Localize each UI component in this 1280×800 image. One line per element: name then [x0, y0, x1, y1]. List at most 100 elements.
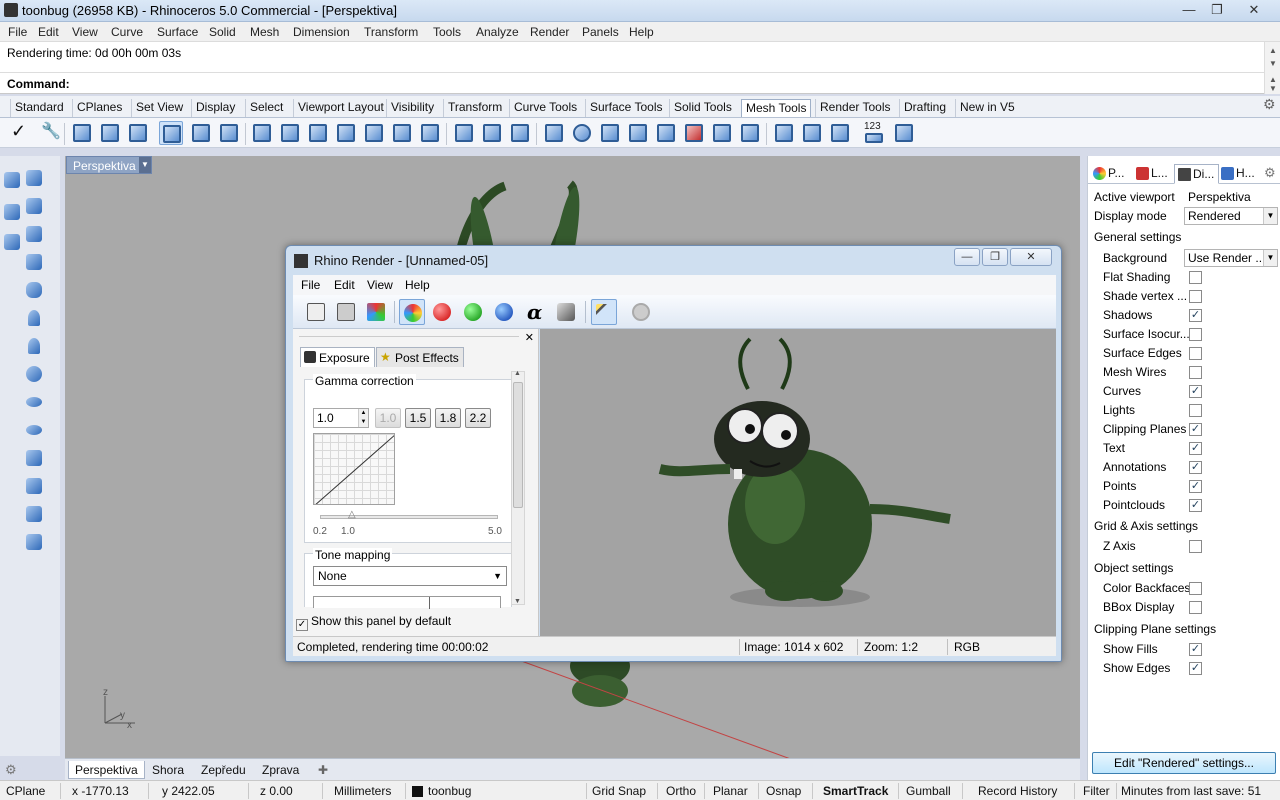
mesh-trim-icon[interactable] — [390, 121, 414, 145]
menu-edit[interactable]: Edit — [38, 25, 59, 39]
mesh-points-icon[interactable] — [920, 121, 944, 145]
menu-render[interactable]: Render — [530, 25, 569, 39]
tab-set-view[interactable]: Set View — [131, 99, 187, 117]
viewport-title[interactable]: Perspektiva ▼ — [66, 156, 152, 174]
gamma-preset-1-8[interactable]: 1.8 — [435, 408, 461, 428]
gumball-toggle[interactable]: Gumball — [906, 784, 951, 798]
close-panel-icon[interactable]: ✕ — [525, 331, 534, 344]
clone-render-icon[interactable] — [303, 299, 329, 325]
clipping-planes-checkbox[interactable]: ✓ — [1189, 423, 1202, 436]
shadows-checkbox[interactable]: ✓ — [1189, 309, 1202, 322]
plane-icon[interactable] — [2, 170, 22, 190]
surface-edge-icon[interactable] — [2, 202, 22, 222]
menu-view[interactable]: View — [72, 25, 98, 39]
gear-icon[interactable]: ⚙ — [1263, 96, 1276, 113]
mesh-person-icon[interactable] — [217, 121, 241, 145]
display-mode-dropdown[interactable]: Rendered ▼ — [1184, 207, 1278, 225]
scroll-up-icon[interactable]: ▲ — [1269, 46, 1277, 55]
menu-help[interactable]: Help — [629, 25, 654, 39]
menu-analyze[interactable]: Analyze — [476, 25, 519, 39]
mesh-delete-icon[interactable] — [682, 121, 706, 145]
mesh-heightfield-icon[interactable] — [24, 448, 44, 468]
mesh-from-surface-icon[interactable] — [98, 121, 122, 145]
bbox-display-checkbox[interactable] — [1189, 601, 1202, 614]
render-menu-file[interactable]: File — [301, 278, 320, 292]
mesh-sphere-icon[interactable] — [24, 364, 44, 384]
plane-corner-icon[interactable] — [24, 168, 44, 188]
tab-perspektiva[interactable]: Perspektiva — [68, 761, 145, 779]
mesh-pull-icon[interactable] — [626, 121, 650, 145]
current-layer[interactable]: toonbug — [428, 784, 471, 798]
tab-visibility[interactable]: Visibility — [386, 99, 438, 117]
grid-snap-toggle[interactable]: Grid Snap — [592, 784, 646, 798]
tab-render-tools[interactable]: Render Tools — [815, 99, 895, 117]
minimize-button[interactable]: — — [1174, 0, 1204, 20]
tab-properties[interactable]: P... — [1090, 164, 1128, 184]
mesh-split-icon[interactable] — [362, 121, 386, 145]
surface-points-icon[interactable] — [24, 196, 44, 216]
menu-transform[interactable]: Transform — [364, 25, 418, 39]
tab-drafting[interactable]: Drafting — [899, 99, 950, 117]
mesh-ellipsoid-icon[interactable] — [24, 392, 44, 412]
show-fills-checkbox[interactable]: ✓ — [1189, 643, 1202, 656]
surface-edges-checkbox[interactable] — [1189, 347, 1202, 360]
menu-solid[interactable]: Solid — [209, 25, 236, 39]
render-menu-help[interactable]: Help — [405, 278, 430, 292]
shade-vertex-checkbox[interactable] — [1189, 290, 1202, 303]
show-panel-default-option[interactable]: ✓ Show this panel by default — [296, 614, 451, 631]
menu-panels[interactable]: Panels — [582, 25, 619, 39]
render-menu-edit[interactable]: Edit — [334, 278, 355, 292]
mesh-from-polyline-icon[interactable] — [70, 121, 94, 145]
text-checkbox[interactable]: ✓ — [1189, 442, 1202, 455]
tab-surface-tools[interactable]: Surface Tools — [585, 99, 667, 117]
checkmark-icon[interactable]: ✓ — [6, 121, 30, 145]
points-checkbox[interactable]: ✓ — [1189, 480, 1202, 493]
tab-layers[interactable]: L... — [1133, 164, 1172, 184]
tab-viewport-layout[interactable]: Viewport Layout — [293, 99, 388, 117]
color-adjust-icon[interactable] — [363, 299, 389, 325]
scroll-up-icon[interactable]: ▲ — [514, 370, 521, 377]
record-history-toggle[interactable]: Record History — [978, 784, 1057, 798]
mesh-match-icon[interactable] — [772, 121, 796, 145]
command-line[interactable]: Command: — [0, 72, 1264, 94]
tab-help[interactable]: H... — [1218, 164, 1259, 184]
mesh-layers-icon[interactable] — [452, 121, 476, 145]
tab-zepredu[interactable]: Zepředu — [195, 761, 252, 779]
mesh-patch-icon[interactable] — [542, 121, 566, 145]
tab-select[interactable]: Select — [245, 99, 287, 117]
show-edges-checkbox[interactable]: ✓ — [1189, 662, 1202, 675]
mesh-unweld-icon[interactable] — [654, 121, 678, 145]
render-minimize-button[interactable]: — — [954, 248, 980, 266]
tab-mesh-tools[interactable]: Mesh Tools — [741, 99, 812, 117]
mesh-people-icon[interactable] — [189, 121, 213, 145]
mesh-wires-checkbox[interactable] — [1189, 366, 1202, 379]
mesh-plane-vertical-icon[interactable] — [24, 224, 44, 244]
surface-isocur-checkbox[interactable] — [1189, 328, 1202, 341]
curves-checkbox[interactable]: ✓ — [1189, 385, 1202, 398]
mesh-layers-icon[interactable] — [24, 532, 44, 552]
tab-display[interactable]: Di... — [1174, 164, 1220, 184]
rendered-image[interactable] — [540, 329, 1056, 636]
mesh-boolean-icon[interactable] — [710, 121, 734, 145]
scroll-down-icon[interactable]: ▼ — [1269, 59, 1277, 68]
tab-transform[interactable]: Transform — [443, 99, 506, 117]
ortho-toggle[interactable]: Ortho — [666, 784, 696, 798]
menu-mesh[interactable]: Mesh — [250, 25, 279, 39]
cplane-status[interactable]: CPlane — [6, 784, 45, 798]
tab-solid-tools[interactable]: Solid Tools — [669, 99, 736, 117]
tone-mapping-dropdown[interactable]: None ▼ — [313, 566, 507, 586]
mesh-plane-icon[interactable] — [2, 232, 22, 252]
mesh-edit-icon[interactable] — [159, 121, 183, 145]
mesh-move-icon[interactable] — [24, 504, 44, 524]
mesh-cylinder-icon[interactable] — [24, 280, 44, 300]
green-channel-icon[interactable] — [460, 299, 486, 325]
panel-scrollbar[interactable]: ▲ ▼ — [511, 370, 525, 605]
mesh-axis-icon[interactable] — [418, 121, 442, 145]
tab-new-in-v5[interactable]: New in V5 — [955, 99, 1019, 117]
osnap-toggle[interactable]: Osnap — [766, 784, 801, 798]
tab-curve-tools[interactable]: Curve Tools — [509, 99, 581, 117]
tab-exposure[interactable]: Exposure — [300, 347, 375, 367]
mesh-grid-icon[interactable] — [126, 121, 150, 145]
menu-surface[interactable]: Surface — [157, 25, 198, 39]
color-backfaces-checkbox[interactable] — [1189, 582, 1202, 595]
